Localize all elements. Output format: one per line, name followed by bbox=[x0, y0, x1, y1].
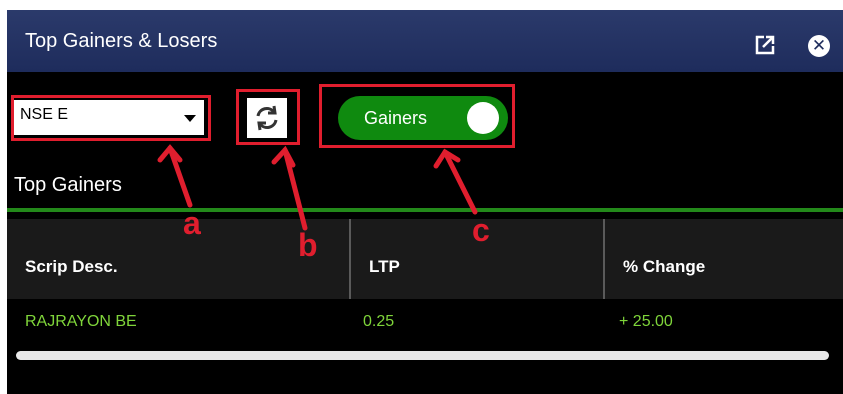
arrow-b-head-icon bbox=[271, 145, 296, 168]
annotation-arrows bbox=[157, 144, 478, 231]
annotation-label-b: b bbox=[298, 227, 318, 263]
annotation-label-c: c bbox=[472, 212, 490, 248]
annotation-label-a: a bbox=[183, 205, 201, 241]
arrow-b-icon bbox=[282, 147, 308, 231]
